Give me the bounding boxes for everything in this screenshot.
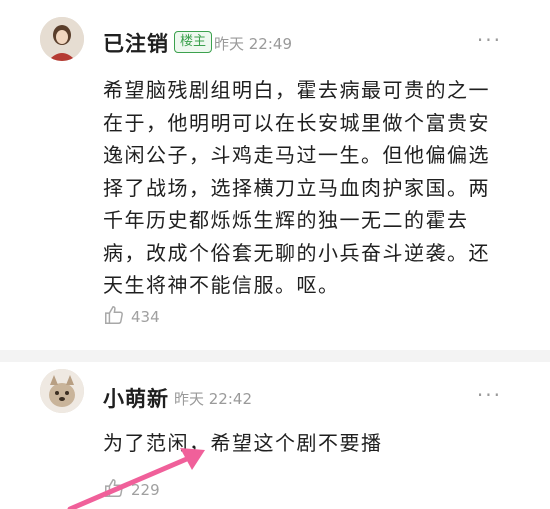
op-badge: 楼主: [174, 31, 213, 53]
like-button[interactable]: 434: [103, 304, 160, 330]
like-count: 229: [131, 481, 160, 499]
more-options-icon[interactable]: ···: [477, 28, 502, 52]
like-count: 434: [131, 308, 160, 326]
timestamp: 昨天 22:42: [174, 390, 252, 408]
like-button[interactable]: 229: [103, 477, 160, 503]
comment-text: 希望脑残剧组明白，霍去病最可贵的之一在于，他明明可以在长安城里做个富贵安逸闲公子…: [103, 78, 490, 297]
username[interactable]: 小萌新: [103, 383, 169, 413]
thumbs-up-icon: [103, 304, 125, 330]
avatar[interactable]: [40, 369, 84, 413]
avatar[interactable]: [40, 17, 84, 61]
username[interactable]: 已注销: [103, 28, 169, 58]
timestamp: 昨天 22:49: [214, 35, 292, 53]
more-options-icon[interactable]: ···: [477, 383, 502, 407]
comment-text: 为了范闲，希望这个剧不要播: [103, 431, 383, 455]
thumbs-up-icon: [103, 477, 125, 503]
divider: [0, 350, 550, 362]
